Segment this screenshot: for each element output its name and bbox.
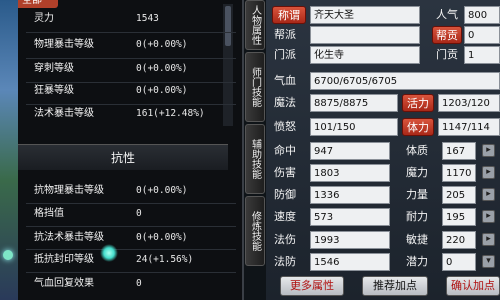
agility-field: 220 xyxy=(442,231,476,249)
school-contrib-field: 1 xyxy=(464,46,500,64)
stat-value: 0(+0.00%) xyxy=(136,232,188,243)
character-attribute-panel: 称谓 齐天大圣 人气 800 帮派 帮贡 0 门派 化生寺 门贡 1 气血 67… xyxy=(266,0,500,300)
stat-label: 灵力 xyxy=(34,13,54,24)
stamina-label[interactable]: 体力 xyxy=(402,118,434,136)
stat-label: 抗物理暴击等级 xyxy=(34,185,104,196)
stat-label: 抗法术暴击等级 xyxy=(34,232,104,243)
stat-label: 物理暴击等级 xyxy=(34,39,94,50)
potential-label: 潜力 xyxy=(406,255,428,268)
stat-value: 24(+1.56%) xyxy=(136,254,194,265)
potential-field: 0 xyxy=(442,253,476,271)
title-field: 齐天大圣 xyxy=(310,6,420,24)
spell-defense-label: 法防 xyxy=(274,255,296,268)
stat-label: 穿刺等级 xyxy=(34,63,74,74)
school-contrib-label: 门贡 xyxy=(436,48,458,61)
school-field: 化生寺 xyxy=(310,46,420,64)
defense-field: 1336 xyxy=(310,186,390,204)
add-agility-button[interactable]: ▸ xyxy=(482,233,495,246)
hit-label: 命中 xyxy=(274,144,296,157)
stat-label: 格挡值 xyxy=(34,208,64,219)
title-label[interactable]: 称谓 xyxy=(272,6,306,24)
stat-value: 0(+0.00%) xyxy=(136,63,188,74)
stat-value: 1543 xyxy=(136,13,159,24)
gang-contrib-field: 0 xyxy=(464,26,500,44)
mp-field: 8875/8875 xyxy=(310,94,398,112)
stat-value: 0(+0.00%) xyxy=(136,185,188,196)
sparkle-effect-icon xyxy=(100,244,118,262)
tab-cultivation-skills[interactable]: 修炼技能 xyxy=(245,196,265,266)
add-endurance-button[interactable]: ▸ xyxy=(482,210,495,223)
hit-field: 947 xyxy=(310,142,390,160)
stat-row: 狂暴等级 0(+0.00%) xyxy=(18,80,244,102)
magic-label: 魔力 xyxy=(406,166,428,179)
stat-row: 穿刺等级 0(+0.00%) xyxy=(18,58,244,80)
agility-label: 敏捷 xyxy=(406,233,428,246)
add-strength-button[interactable]: ▸ xyxy=(482,188,495,201)
speed-label: 速度 xyxy=(274,210,296,223)
extended-stats-panel: 全部 灵力 1543 物理暴击等级 0(+0.00%) 穿刺等级 0(+0.00… xyxy=(18,0,244,300)
confirm-points-button[interactable]: 确认加点 xyxy=(446,276,500,296)
damage-label: 伤害 xyxy=(274,166,296,179)
spell-damage-label: 法伤 xyxy=(274,233,296,246)
stat-value: 161(+12.48%) xyxy=(136,108,205,119)
stat-label: 气血回复效果 xyxy=(34,278,94,289)
mp-label: 魔法 xyxy=(274,96,296,109)
popularity-field: 800 xyxy=(464,6,500,24)
stat-label: 法术暴击等级 xyxy=(34,108,94,119)
resist-row: 抗法术暴击等级 0(+0.00%) xyxy=(18,227,244,249)
resist-section-title: 抗性 xyxy=(18,144,228,170)
more-attributes-button[interactable]: 更多属性 xyxy=(280,276,344,296)
resist-row: 气血回复效果 0 xyxy=(18,273,244,295)
vertical-tab-bar: 人物属性 师门技能 辅助技能 修炼技能 xyxy=(244,0,266,300)
endurance-label: 耐力 xyxy=(406,210,428,223)
gang-contrib-label[interactable]: 帮贡 xyxy=(432,26,462,44)
tab-all[interactable]: 全部 xyxy=(18,0,58,8)
constitution-label: 体质 xyxy=(406,144,428,157)
stat-value: 0(+0.00%) xyxy=(136,39,188,50)
anger-label: 愤怒 xyxy=(274,120,296,133)
add-constitution-button[interactable]: ▸ xyxy=(482,144,495,157)
magic-field: 1170 xyxy=(442,164,476,182)
vitality-field: 1203/120 xyxy=(438,94,500,112)
stat-value: 0 xyxy=(136,208,142,219)
endurance-field: 195 xyxy=(442,208,476,226)
gang-field xyxy=(310,26,420,44)
stat-value: 0 xyxy=(136,278,142,289)
stat-row: 法术暴击等级 161(+12.48%) xyxy=(18,103,244,125)
resist-row: 抗物理暴击等级 0(+0.00%) xyxy=(18,180,244,202)
stat-row: 灵力 1543 xyxy=(18,8,244,30)
anger-field: 101/150 xyxy=(310,118,398,136)
strength-label: 力量 xyxy=(406,188,428,201)
tab-assist-skills[interactable]: 辅助技能 xyxy=(245,124,265,194)
popularity-label: 人气 xyxy=(436,8,458,21)
spell-defense-field: 1546 xyxy=(310,253,390,271)
stat-row: 物理暴击等级 0(+0.00%) xyxy=(18,34,244,56)
damage-field: 1803 xyxy=(310,164,390,182)
school-label: 门派 xyxy=(274,48,296,61)
divider xyxy=(26,32,236,33)
recommend-points-button[interactable]: 推荐加点 xyxy=(362,276,428,296)
speed-field: 573 xyxy=(310,208,390,226)
stat-value: 0(+0.00%) xyxy=(136,85,188,96)
defense-label: 防御 xyxy=(274,188,296,201)
tab-character-attributes[interactable]: 人物属性 xyxy=(245,0,265,50)
hp-label: 气血 xyxy=(274,74,296,87)
constitution-field: 167 xyxy=(442,142,476,160)
gang-label: 帮派 xyxy=(274,28,296,41)
resist-row: 抵抗封印等级 24(+1.56%) xyxy=(18,249,244,271)
stat-label: 狂暴等级 xyxy=(34,85,74,96)
stamina-field: 1147/114 xyxy=(438,118,500,136)
strength-field: 205 xyxy=(442,186,476,204)
add-magic-button[interactable]: ▸ xyxy=(482,166,495,179)
game-scene-strip xyxy=(0,0,18,300)
stat-label: 抵抗封印等级 xyxy=(34,254,94,265)
hp-field: 6700/6705/6705 xyxy=(310,72,500,90)
resist-row: 格挡值 0 xyxy=(18,203,244,225)
vitality-label[interactable]: 活力 xyxy=(402,94,434,112)
tab-school-skills[interactable]: 师门技能 xyxy=(245,52,265,122)
potential-dropdown-button[interactable]: ▾ xyxy=(482,255,495,268)
spell-damage-field: 1993 xyxy=(310,231,390,249)
